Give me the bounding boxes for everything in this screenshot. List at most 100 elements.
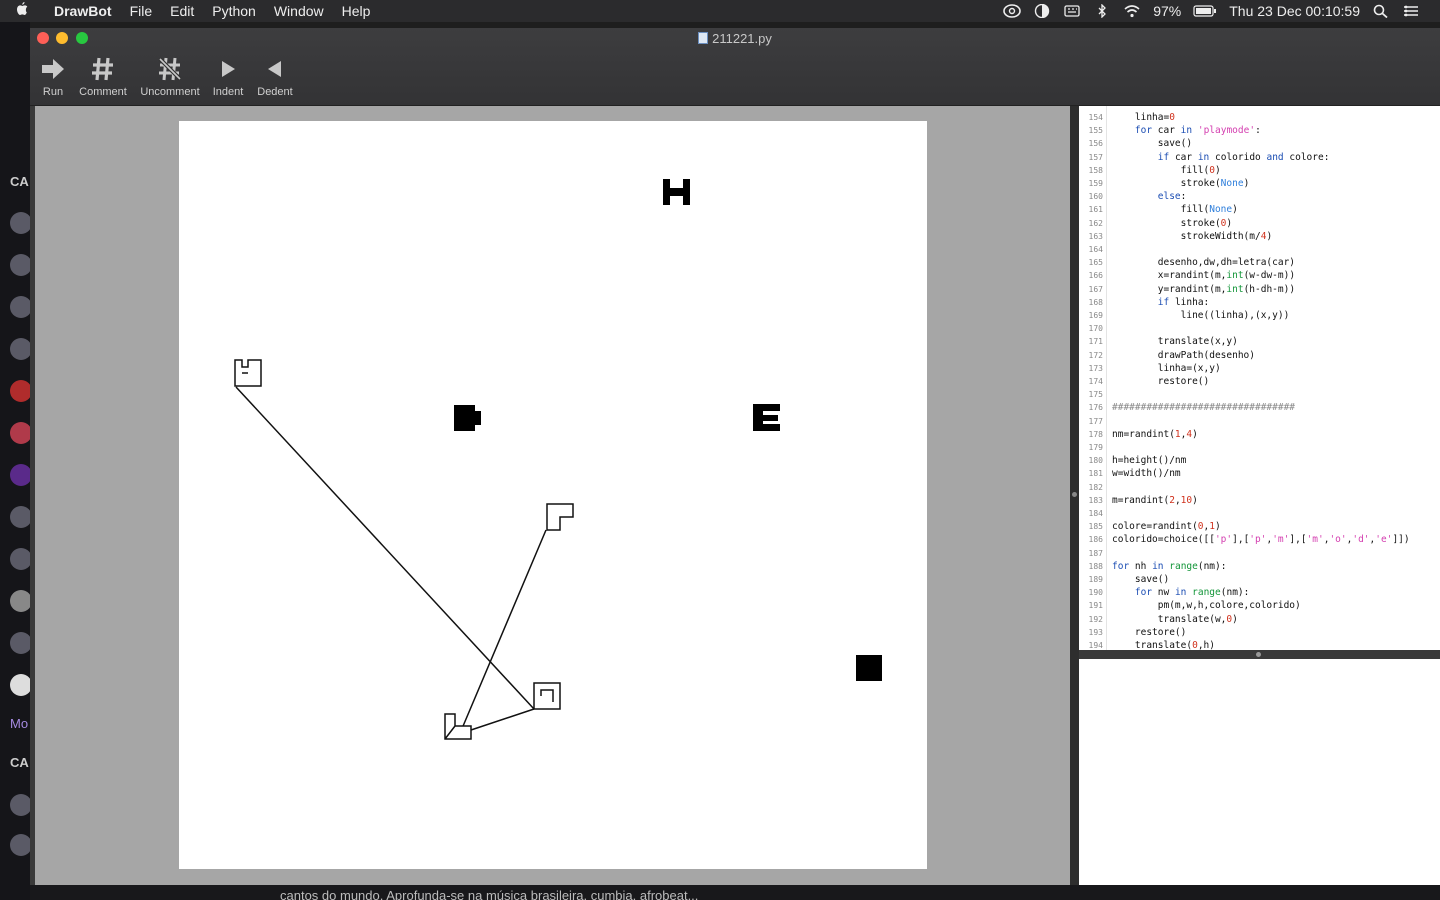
background-avatar <box>10 794 32 816</box>
triangle-left-icon <box>266 52 284 86</box>
code-line[interactable]: save() <box>1112 138 1192 149</box>
line-number: 180 <box>1088 456 1103 466</box>
drawbot-window: 211221.py Run Comment Uncomment Indent D… <box>30 28 1440 885</box>
split-dot-icon <box>1072 492 1077 497</box>
menu-clock[interactable]: Thu 23 Dec 00:10:59 <box>1229 3 1360 19</box>
control-center-icon[interactable] <box>1402 4 1420 18</box>
code-line[interactable]: w=width()/nm <box>1112 468 1181 479</box>
code-line[interactable]: colorido=choice([['p'],['p','m'],['m','o… <box>1112 534 1410 545</box>
code-line[interactable]: if car in colorido and colore: <box>1112 152 1330 163</box>
keyboard-icon[interactable] <box>1063 4 1081 18</box>
line-number: 168 <box>1088 297 1103 307</box>
run-button[interactable]: Run <box>37 52 69 98</box>
menu-window[interactable]: Window <box>265 3 333 19</box>
code-line[interactable]: strokeWidth(m/4) <box>1112 231 1273 242</box>
output-console[interactable] <box>1079 659 1440 885</box>
code-line[interactable]: x=randint(m,int(w-dw-m)) <box>1112 270 1295 281</box>
background-avatar <box>10 548 32 570</box>
line-number: 169 <box>1088 311 1103 320</box>
code-line[interactable]: drawPath(desenho) <box>1112 350 1255 361</box>
split-dot-icon <box>1256 652 1261 657</box>
code-line[interactable]: for car in 'playmode': <box>1112 125 1261 136</box>
line-number: 188 <box>1088 561 1103 571</box>
python-file-icon <box>698 32 709 44</box>
spotlight-search-icon[interactable] <box>1372 4 1390 18</box>
window-title-text: 211221.py <box>712 31 772 46</box>
code-line[interactable]: for nh in range(nm): <box>1112 561 1226 572</box>
code-line[interactable]: fill(None) <box>1112 204 1238 215</box>
code-line[interactable]: line((linha),(x,y)) <box>1112 310 1290 321</box>
background-avatar <box>10 590 32 612</box>
line-number: 170 <box>1088 324 1103 334</box>
code-line[interactable]: y=randint(m,int(h-dh-m)) <box>1112 284 1295 295</box>
apple-menu-icon[interactable] <box>0 1 44 21</box>
code-line[interactable]: stroke(None) <box>1112 178 1250 189</box>
code-line[interactable]: else: <box>1112 191 1187 202</box>
line-number: 189 <box>1088 575 1103 584</box>
line-number: 187 <box>1088 548 1103 558</box>
code-line[interactable]: colore=randint(0,1) <box>1112 521 1221 532</box>
menu-edit[interactable]: Edit <box>161 3 203 19</box>
uncomment-button[interactable]: Uncomment <box>137 52 203 98</box>
code-line[interactable]: ################################ <box>1112 402 1295 413</box>
horizontal-split-handle[interactable] <box>1079 650 1440 659</box>
background-avatar <box>10 464 32 486</box>
battery-icon[interactable] <box>1193 4 1217 18</box>
code-line[interactable]: h=height()/nm <box>1112 455 1186 466</box>
letter-glyph-filled <box>856 655 882 681</box>
line-number: 161 <box>1088 205 1103 215</box>
bluetooth-icon[interactable] <box>1093 4 1111 18</box>
code-line[interactable]: pm(m,w,h,colore,colorido) <box>1112 600 1301 611</box>
code-line[interactable]: m=randint(2,10) <box>1112 495 1198 506</box>
line-number-gutter: 154 155 156 157 158 159 160 161 162 163 164 165 166 1… <box>1079 106 1107 650</box>
line-number: 178 <box>1088 429 1103 439</box>
code-line[interactable]: translate(x,y) <box>1112 336 1238 347</box>
run-label: Run <box>42 86 64 98</box>
letter-glyph-filled <box>454 405 481 431</box>
code-line[interactable]: restore() <box>1112 627 1186 638</box>
menu-app-name[interactable]: DrawBot <box>44 3 121 19</box>
menu-help[interactable]: Help <box>333 3 380 19</box>
code-line[interactable]: translate(w,0) <box>1112 614 1238 625</box>
code-line[interactable]: linha=0 <box>1112 112 1175 123</box>
line-number: 166 <box>1088 271 1103 281</box>
menu-python[interactable]: Python <box>203 3 265 19</box>
line-number: 160 <box>1088 192 1103 202</box>
code-line[interactable]: stroke(0) <box>1112 218 1233 229</box>
line-number: 186 <box>1088 535 1103 545</box>
background-avatar <box>10 506 32 528</box>
code-line[interactable]: restore() <box>1112 376 1209 387</box>
background-more-link: Mo <box>10 716 29 731</box>
vertical-split-handle[interactable] <box>1070 106 1079 885</box>
code-line[interactable]: for nw in range(nm): <box>1112 587 1249 598</box>
wifi-icon[interactable] <box>1123 4 1141 18</box>
canvas-view[interactable] <box>35 106 1070 885</box>
line-number: 176 <box>1088 403 1103 413</box>
code-line[interactable]: linha=(x,y) <box>1112 363 1221 374</box>
code-line[interactable]: if linha: <box>1112 297 1210 308</box>
background-avatar <box>10 338 32 360</box>
line-number: 155 <box>1088 126 1103 136</box>
code-line[interactable]: nm=randint(1,4) <box>1112 429 1198 440</box>
hash-icon <box>91 52 115 86</box>
code-line[interactable]: translate(0,h) <box>1112 640 1215 650</box>
line-number: 179 <box>1088 443 1103 452</box>
code-editor[interactable]: 154 155 156 157 158 159 160 161 162 163 164 165 166 1… <box>1079 106 1440 650</box>
background-avatar <box>10 254 32 276</box>
letter-glyph-outline <box>533 682 561 710</box>
half-circle-icon[interactable] <box>1033 4 1051 18</box>
line-number: 181 <box>1088 469 1103 479</box>
indent-button[interactable]: Indent <box>209 52 247 98</box>
menu-file[interactable]: File <box>121 3 162 19</box>
line-number: 163 <box>1088 231 1103 241</box>
dedent-label: Dedent <box>257 86 293 98</box>
line-number: 157 <box>1088 152 1103 162</box>
dedent-button[interactable]: Dedent <box>253 52 297 98</box>
line-number: 194 <box>1088 641 1103 650</box>
comment-button[interactable]: Comment <box>75 52 131 98</box>
uncomment-label: Uncomment <box>140 86 200 98</box>
code-line[interactable]: save() <box>1112 574 1169 585</box>
creative-cloud-icon[interactable] <box>1003 4 1022 18</box>
code-line[interactable]: desenho,dw,dh=letra(car) <box>1112 257 1295 268</box>
code-line[interactable]: fill(0) <box>1112 165 1221 176</box>
